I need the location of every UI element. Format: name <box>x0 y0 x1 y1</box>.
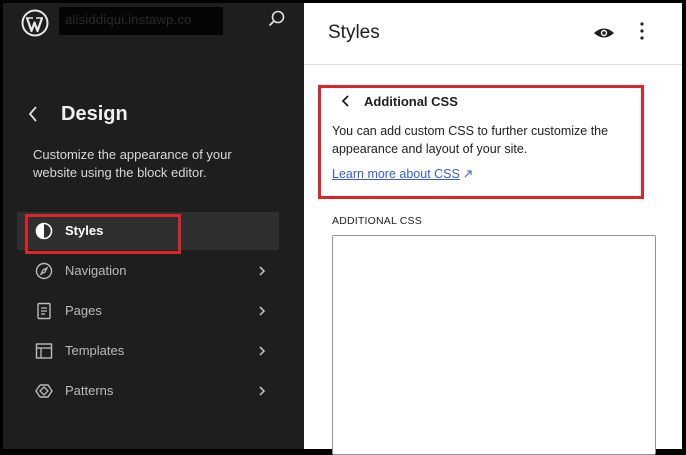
styles-panel: Styles Additional CSS You can add custom… <box>304 3 682 455</box>
chevron-right-icon <box>259 346 266 356</box>
site-url[interactable]: alisiddiqui.instawp.co <box>65 12 192 27</box>
additional-css-textarea[interactable] <box>332 235 656 455</box>
sidebar-title: Design <box>61 103 128 125</box>
sidebar-item-label: Patterns <box>65 383 114 398</box>
sidebar-item-pages[interactable]: Pages <box>17 292 279 330</box>
page-icon <box>37 302 51 320</box>
sidebar-item-label: Navigation <box>65 263 127 278</box>
sidebar-item-navigation[interactable]: Navigation <box>17 252 279 290</box>
panel-title: Styles <box>328 22 380 43</box>
chevron-right-icon <box>259 306 266 316</box>
additional-css-label: ADDITIONAL CSS <box>332 215 422 227</box>
sidebar-item-patterns[interactable]: Patterns <box>17 372 279 410</box>
more-vertical-icon[interactable] <box>639 21 645 41</box>
panel-header: Styles <box>304 3 682 65</box>
diamond-icon <box>35 384 53 398</box>
wordpress-logo-icon[interactable] <box>21 9 49 37</box>
annotation-highlight-styles <box>25 214 181 254</box>
back-chevron-icon[interactable] <box>25 103 43 125</box>
site-editor-sidebar: alisiddiqui.instawp.co Design Customize … <box>3 3 304 449</box>
chevron-right-icon <box>259 266 266 276</box>
layout-icon <box>35 343 53 359</box>
sidebar-item-label: Templates <box>65 343 125 358</box>
compass-icon <box>35 262 53 280</box>
sidebar-item-templates[interactable]: Templates <box>17 332 279 370</box>
chevron-right-icon <box>259 386 266 396</box>
search-icon[interactable] <box>267 9 287 29</box>
eye-icon[interactable] <box>593 25 615 41</box>
sidebar-item-label: Pages <box>65 303 102 318</box>
sidebar-description: Customize the appearance of your website… <box>33 147 232 180</box>
annotation-highlight-additional-css <box>318 85 644 199</box>
